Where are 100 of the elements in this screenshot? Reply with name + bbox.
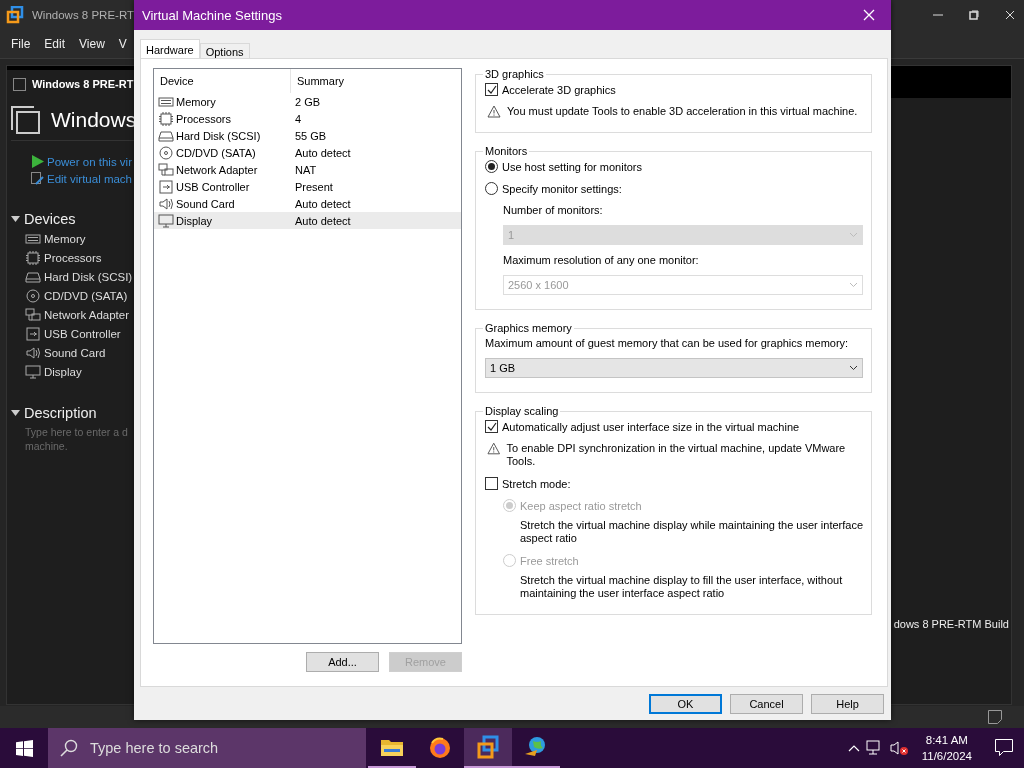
menu-item[interactable]: File — [6, 35, 36, 53]
app-logo-icon — [6, 6, 24, 24]
dialog-button[interactable]: Cancel — [730, 693, 803, 714]
device-name: CD/DVD (SATA) — [176, 146, 256, 159]
device-item[interactable]: Display — [44, 366, 82, 378]
device-item[interactable]: Hard Disk (SCSI) — [44, 271, 133, 283]
chevron-up-icon[interactable] — [847, 744, 860, 752]
tab[interactable]: Hardware — [140, 39, 200, 58]
device-row[interactable]: Sound Card Auto detect — [154, 195, 461, 212]
device-summary: NAT — [294, 163, 318, 176]
close-icon — [1005, 10, 1015, 20]
clock-time[interactable]: 8:41 AM — [925, 732, 968, 748]
menu-item[interactable]: View — [74, 35, 110, 53]
field-label: Maximum amount of guest memory that can be used for graphics memory: — [485, 337, 850, 349]
checkbox-label: Stretch mode: — [502, 477, 571, 490]
checkbox[interactable] — [485, 420, 498, 433]
column-header[interactable]: Device — [154, 69, 291, 93]
device-item[interactable]: Processors — [44, 252, 102, 264]
restore-icon — [969, 10, 979, 20]
collapse-icon[interactable] — [11, 216, 20, 222]
device-summary: 55 GB — [294, 129, 328, 142]
device-row[interactable]: Memory 2 GB — [154, 93, 461, 110]
device-name: Sound Card — [176, 197, 235, 210]
group-title: Monitors — [484, 145, 529, 157]
warning-icon — [487, 442, 501, 455]
tab[interactable]: Options — [199, 43, 250, 58]
dialog-button[interactable]: Help — [811, 693, 884, 714]
device-item[interactable]: USB Controller — [44, 328, 121, 340]
device-row[interactable]: USB Controller Present — [154, 178, 461, 195]
menu-item[interactable]: Edit — [39, 35, 71, 53]
globe-icon — [524, 736, 548, 758]
network-icon — [25, 308, 41, 322]
radio-button[interactable] — [485, 160, 498, 173]
folder-icon — [381, 738, 403, 756]
radio-label: Specify monitor settings: — [502, 182, 622, 195]
menu-item[interactable]: V — [113, 35, 132, 53]
close-icon — [863, 9, 875, 21]
section-heading: Devices — [24, 211, 76, 227]
collapse-icon[interactable] — [11, 410, 20, 416]
processor-icon — [158, 111, 174, 126]
device-item[interactable]: Sound Card — [44, 347, 106, 359]
warning-text: You must update Tools to enable 3D acceleration in this virtual machine. — [507, 105, 858, 118]
disc-icon — [158, 145, 174, 160]
group-title: 3D graphics — [484, 68, 545, 80]
device-row[interactable]: Display Auto detect — [154, 212, 461, 229]
radio-button[interactable] — [485, 182, 498, 195]
window-title: Windows 8 PRE-RT — [32, 9, 135, 21]
device-row[interactable]: Hard Disk (SCSI) 55 GB — [154, 127, 461, 144]
section-heading: Description — [24, 405, 97, 421]
clock-date[interactable]: 11/6/2024 — [921, 748, 972, 764]
note-icon[interactable] — [988, 710, 1002, 724]
device-name: Processors — [176, 112, 232, 125]
device-row[interactable]: Processors 4 — [154, 110, 461, 127]
radio-label: Use host setting for monitors — [502, 160, 642, 173]
checkbox[interactable] — [485, 83, 498, 96]
device-row[interactable]: CD/DVD (SATA) Auto detect — [154, 144, 461, 161]
vm-icon — [11, 106, 41, 134]
device-name: USB Controller — [176, 180, 250, 193]
device-summary: 4 — [294, 112, 303, 125]
monitor-icon — [158, 213, 174, 228]
search-field[interactable]: Type here to search — [48, 728, 366, 768]
action-link[interactable]: Power on this vir — [47, 155, 132, 168]
vm-icon — [476, 735, 500, 759]
dialog-title: Virtual Machine Settings — [142, 7, 282, 23]
warning-icon — [487, 105, 501, 118]
field-label: Maximum resolution of any one monitor: — [503, 254, 700, 266]
device-row[interactable]: Network Adapter NAT — [154, 161, 461, 178]
memory-icon — [25, 232, 41, 246]
chevron-icon — [849, 282, 858, 288]
device-name: Network Adapter — [176, 163, 258, 176]
muted-speaker-icon[interactable] — [889, 740, 910, 756]
dropdown[interactable]: 1 GB — [485, 358, 863, 378]
device-item[interactable]: Memory — [44, 233, 86, 245]
group-title: Display scaling — [484, 405, 560, 417]
device-item[interactable]: Network Adapter — [44, 309, 129, 321]
device-summary: Auto detect — [294, 197, 352, 210]
checkbox-label: Automatically adjust user interface size in the virtual machine — [502, 420, 800, 433]
chevron-icon — [849, 232, 858, 238]
column-header[interactable]: Summary — [291, 69, 461, 93]
device-name: Memory — [176, 95, 216, 108]
group-title: Graphics memory — [484, 322, 573, 334]
vm-name: Windows — [51, 108, 137, 132]
usb-icon — [158, 179, 174, 194]
chevron-icon — [849, 365, 858, 371]
device-summary: Auto detect — [294, 146, 352, 159]
list-button[interactable]: Add... — [306, 652, 379, 672]
warning-text: To enable DPI synchronization in the virtual machine, update VMware Tools. — [506, 442, 847, 468]
edit-icon — [31, 172, 44, 185]
taskbar-app-button[interactable] — [464, 728, 512, 768]
disc-icon — [25, 289, 41, 303]
browser-icon — [429, 737, 451, 759]
action-link[interactable]: Edit virtual mach — [47, 172, 132, 185]
device-item[interactable]: CD/DVD (SATA) — [44, 290, 128, 302]
vm-tab-icon — [13, 77, 26, 91]
device-summary: 2 GB — [294, 95, 322, 108]
dialog-button[interactable]: OK — [649, 693, 722, 714]
device-summary: Auto detect — [294, 214, 352, 227]
checkbox[interactable] — [485, 477, 498, 490]
play-icon — [31, 155, 44, 168]
vm-label: dows 8 PRE-RTM Build — [893, 618, 1009, 630]
